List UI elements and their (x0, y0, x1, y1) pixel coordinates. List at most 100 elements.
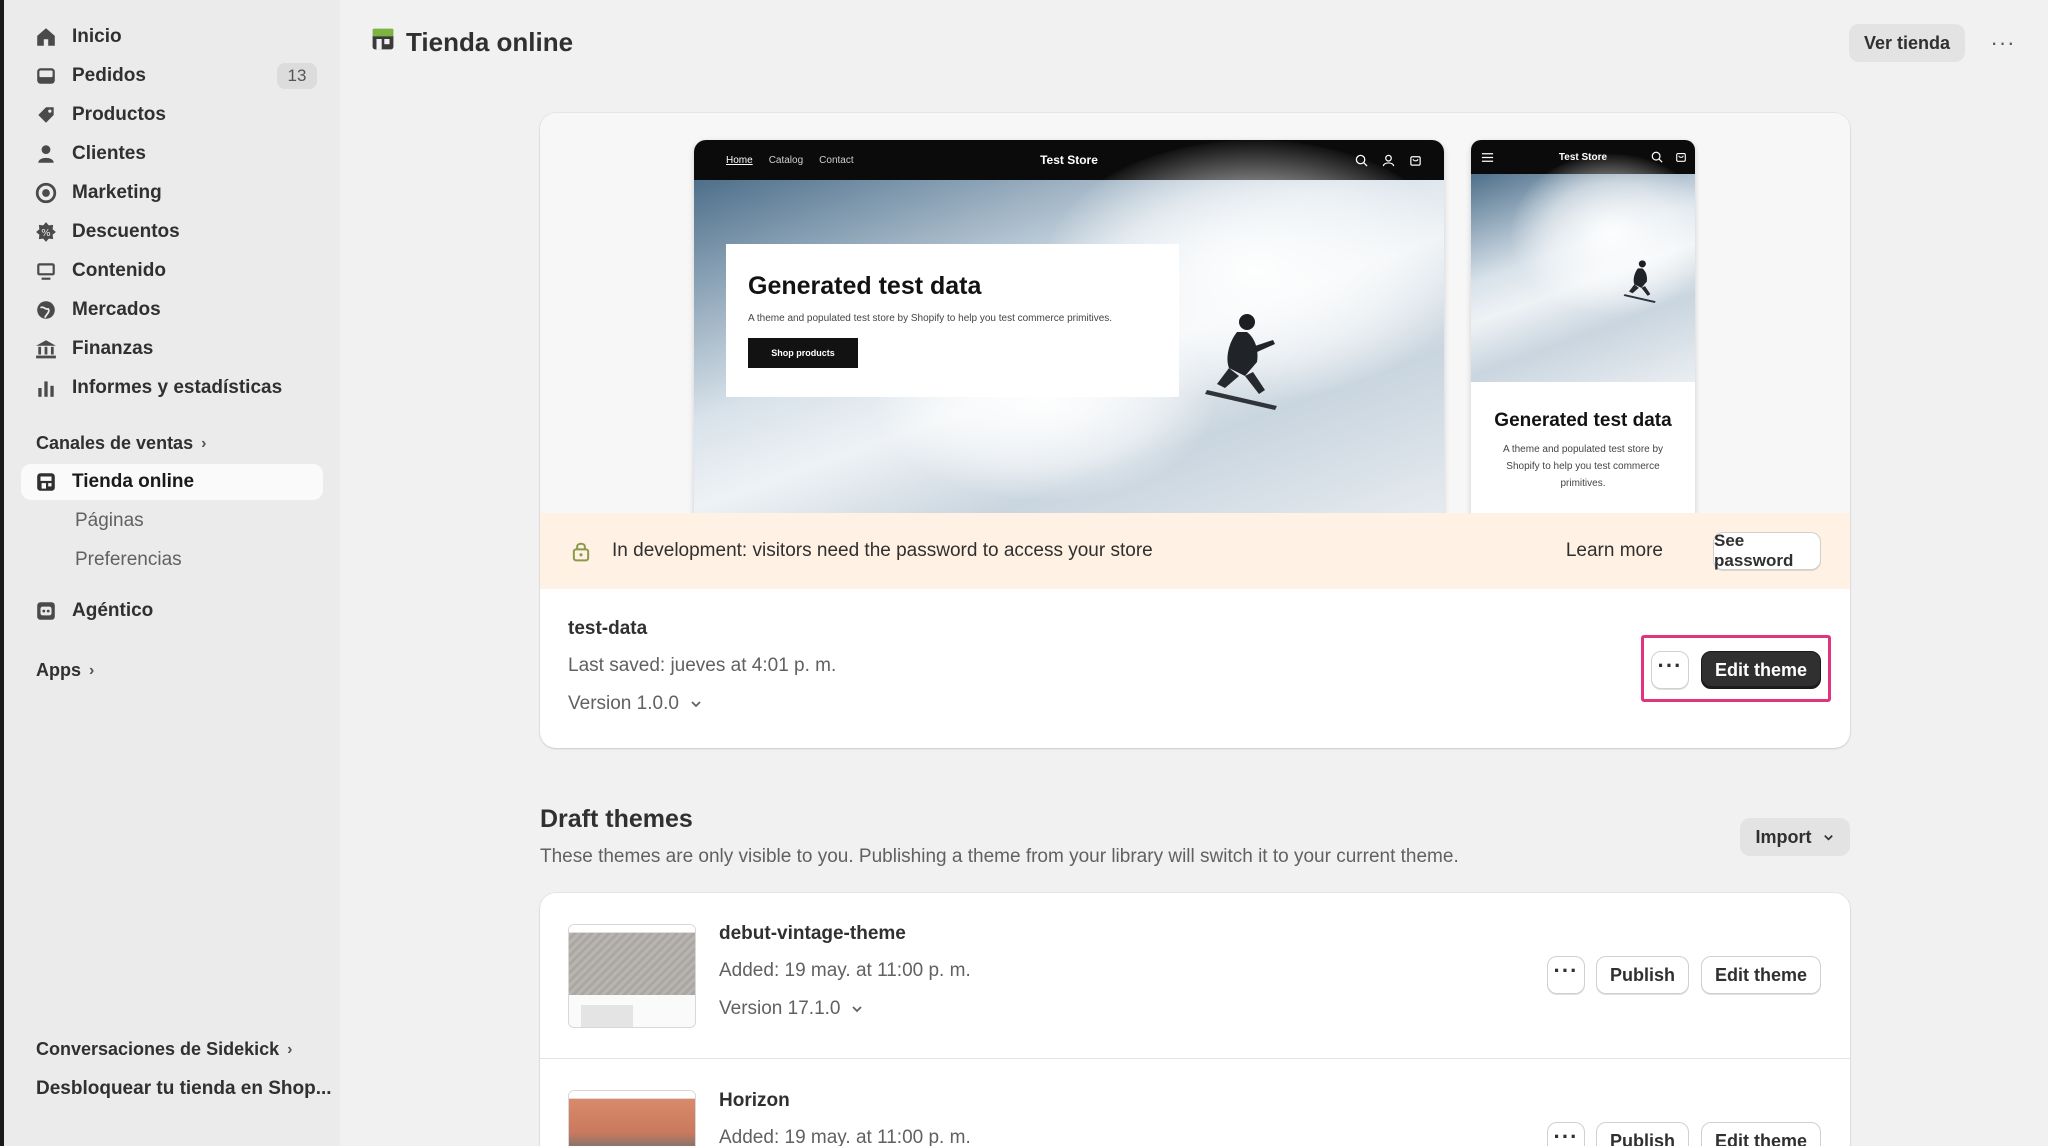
view-store-button[interactable]: Ver tienda (1849, 24, 1965, 62)
chevron-right-icon: › (89, 661, 95, 679)
publish-button[interactable]: Publish (1596, 1122, 1689, 1146)
version-selector[interactable]: Version 17.1.0 (719, 998, 864, 1020)
sales-channels-label: Canales de ventas (36, 433, 194, 453)
development-message: In development: visitors need the passwo… (612, 540, 1153, 561)
desktop-preview: Home Catalog Contact Test Store Generate… (694, 140, 1444, 540)
apps-section[interactable]: Apps › (36, 660, 94, 681)
sales-channels-section[interactable]: Canales de ventas › (36, 433, 206, 454)
mobile-hero-text: A theme and populated test store by Shop… (1502, 444, 1664, 489)
cart-icon (1410, 155, 1421, 166)
sidebar-item-label: Mercados (72, 299, 161, 320)
target-icon (34, 181, 58, 205)
sidebar-item-label: Clientes (72, 143, 146, 164)
cart-icon (1676, 153, 1686, 162)
chevron-down-icon (1823, 834, 1833, 841)
sidebar-item-label: Productos (72, 104, 166, 125)
see-password-button[interactable]: See password (1713, 531, 1821, 570)
orders-icon (34, 64, 58, 88)
sidebar-item-descuentos[interactable]: % Descuentos (21, 214, 323, 250)
row-divider (540, 1058, 1850, 1059)
sidebar-item-inicio[interactable]: Inicio (21, 19, 323, 55)
edit-theme-button[interactable]: Edit theme (1701, 956, 1821, 994)
sidebar-item-label: Contenido (72, 260, 166, 281)
last-saved-text: Last saved: jueves at 4:01 p. m. (568, 655, 837, 676)
hero-text: A theme and populated test store by Shop… (748, 313, 1113, 324)
sidebar-item-label: Agéntico (72, 600, 154, 621)
theme-preview[interactable]: Home Catalog Contact Test Store Generate… (540, 113, 1850, 540)
bank-icon (34, 337, 58, 361)
import-dropdown[interactable]: Import (1740, 818, 1850, 856)
sidebar-item-informes[interactable]: Informes y estadísticas (21, 370, 323, 406)
sidebar-item-label: Descuentos (72, 221, 180, 242)
learn-more-link[interactable]: Learn more (1566, 540, 1663, 562)
sidebar-item-contenido[interactable]: Contenido (21, 253, 323, 289)
sidebar-item-clientes[interactable]: Clientes (21, 136, 323, 172)
unlock-store-link[interactable]: Desbloquear tu tienda en Shop... (36, 1078, 332, 1100)
sidebar-sub-item-preferencias[interactable]: Preferencias (75, 549, 182, 571)
sidebar-item-tienda-online[interactable]: Tienda online (21, 464, 323, 500)
mobile-preview: Test Store Generated test data A t (1471, 140, 1695, 540)
sidebar-item-label: Pedidos (72, 65, 146, 86)
tag-icon (34, 103, 58, 127)
more-actions-button[interactable]: ··· (1985, 28, 2021, 58)
svg-text:%: % (41, 228, 50, 239)
draft-theme-added: Added: 19 may. at 11:00 p. m. (719, 1127, 971, 1146)
sidebar: Inicio Pedidos 13 Productos Clientes Mar… (4, 0, 340, 1146)
draft-theme-name: Horizon (719, 1090, 790, 1111)
sidebar-item-label: Inicio (72, 26, 122, 47)
page-title: Tienda online (370, 26, 573, 59)
version-label: Version 17.1.0 (719, 998, 841, 1019)
sidebar-item-pedidos[interactable]: Pedidos 13 (21, 58, 323, 94)
version-selector[interactable]: Version 1.0.0 (568, 693, 703, 715)
draft-theme-more-button[interactable]: ··· (1547, 1122, 1585, 1146)
sidebar-item-label: Marketing (72, 182, 162, 203)
apps-label: Apps (36, 660, 81, 680)
sidebar-item-mercados[interactable]: Mercados (21, 292, 323, 328)
sidebar-item-finanzas[interactable]: Finanzas (21, 331, 323, 367)
hero-title: Generated test data (748, 272, 982, 300)
globe-icon (34, 298, 58, 322)
content-icon (34, 259, 58, 283)
page-title-text: Tienda online (406, 27, 574, 57)
draft-themes-description: These themes are only visible to you. Pu… (540, 846, 1459, 867)
person-icon (34, 142, 58, 166)
draft-theme-added: Added: 19 may. at 11:00 p. m. (719, 960, 971, 981)
import-label: Import (1755, 826, 1812, 847)
sidekick-conversations-link[interactable]: Conversaciones de Sidekick › (36, 1039, 292, 1060)
chevron-right-icon: › (287, 1040, 293, 1058)
discount-icon: % (34, 220, 58, 244)
shop-products-button: Shop products (748, 338, 858, 368)
theme-thumbnail (568, 1090, 696, 1146)
sidebar-item-label: Finanzas (72, 338, 154, 359)
draft-themes-heading: Draft themes (540, 805, 693, 833)
development-banner: In development: visitors need the passwo… (540, 513, 1850, 589)
sidebar-item-marketing[interactable]: Marketing (21, 175, 323, 211)
version-label: Version 1.0.0 (568, 693, 679, 714)
orders-count-badge: 13 (277, 63, 317, 89)
lock-icon (572, 542, 590, 562)
sidebar-item-productos[interactable]: Productos (21, 97, 323, 133)
mobile-hero-title: Generated test data (1494, 410, 1672, 431)
sidebar-item-agentico[interactable]: Agéntico (21, 593, 323, 629)
home-icon (34, 25, 58, 49)
chevron-down-icon (852, 1006, 863, 1013)
edit-theme-button[interactable]: Edit theme (1701, 1122, 1821, 1146)
robot-icon (34, 599, 58, 623)
snowboarder-figure (1623, 260, 1656, 303)
unlock-label: Desbloquear tu tienda en Shop... (36, 1078, 332, 1099)
sidebar-item-label: Tienda online (72, 471, 195, 492)
bar-chart-icon (34, 376, 58, 400)
draft-theme-name: debut-vintage-theme (719, 923, 906, 944)
current-theme-name: test-data (568, 618, 648, 639)
chevron-down-icon (691, 701, 701, 708)
hero-content-box: Generated test data A theme and populate… (726, 244, 1179, 397)
sidekick-label: Conversaciones de Sidekick (36, 1039, 280, 1059)
draft-theme-more-button[interactable]: ··· (1547, 956, 1585, 994)
sidebar-item-label: Informes y estadísticas (72, 377, 283, 398)
draft-themes-list: debut-vintage-theme Added: 19 may. at 11… (540, 893, 1850, 1146)
edit-theme-highlight (1641, 635, 1831, 702)
hero-image-mobile (1471, 154, 1695, 382)
publish-button[interactable]: Publish (1596, 956, 1689, 994)
sidebar-sub-item-paginas[interactable]: Páginas (75, 510, 144, 532)
theme-thumbnail (568, 924, 696, 1028)
